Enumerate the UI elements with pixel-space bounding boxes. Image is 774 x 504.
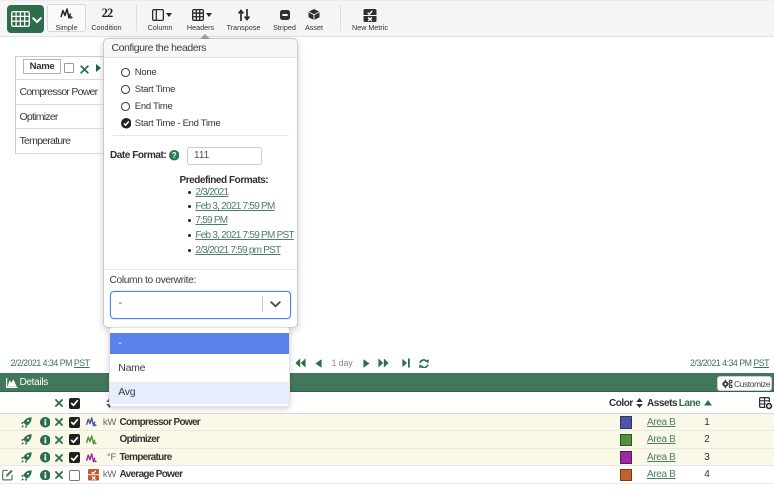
svg-text:?: ?	[171, 151, 176, 160]
